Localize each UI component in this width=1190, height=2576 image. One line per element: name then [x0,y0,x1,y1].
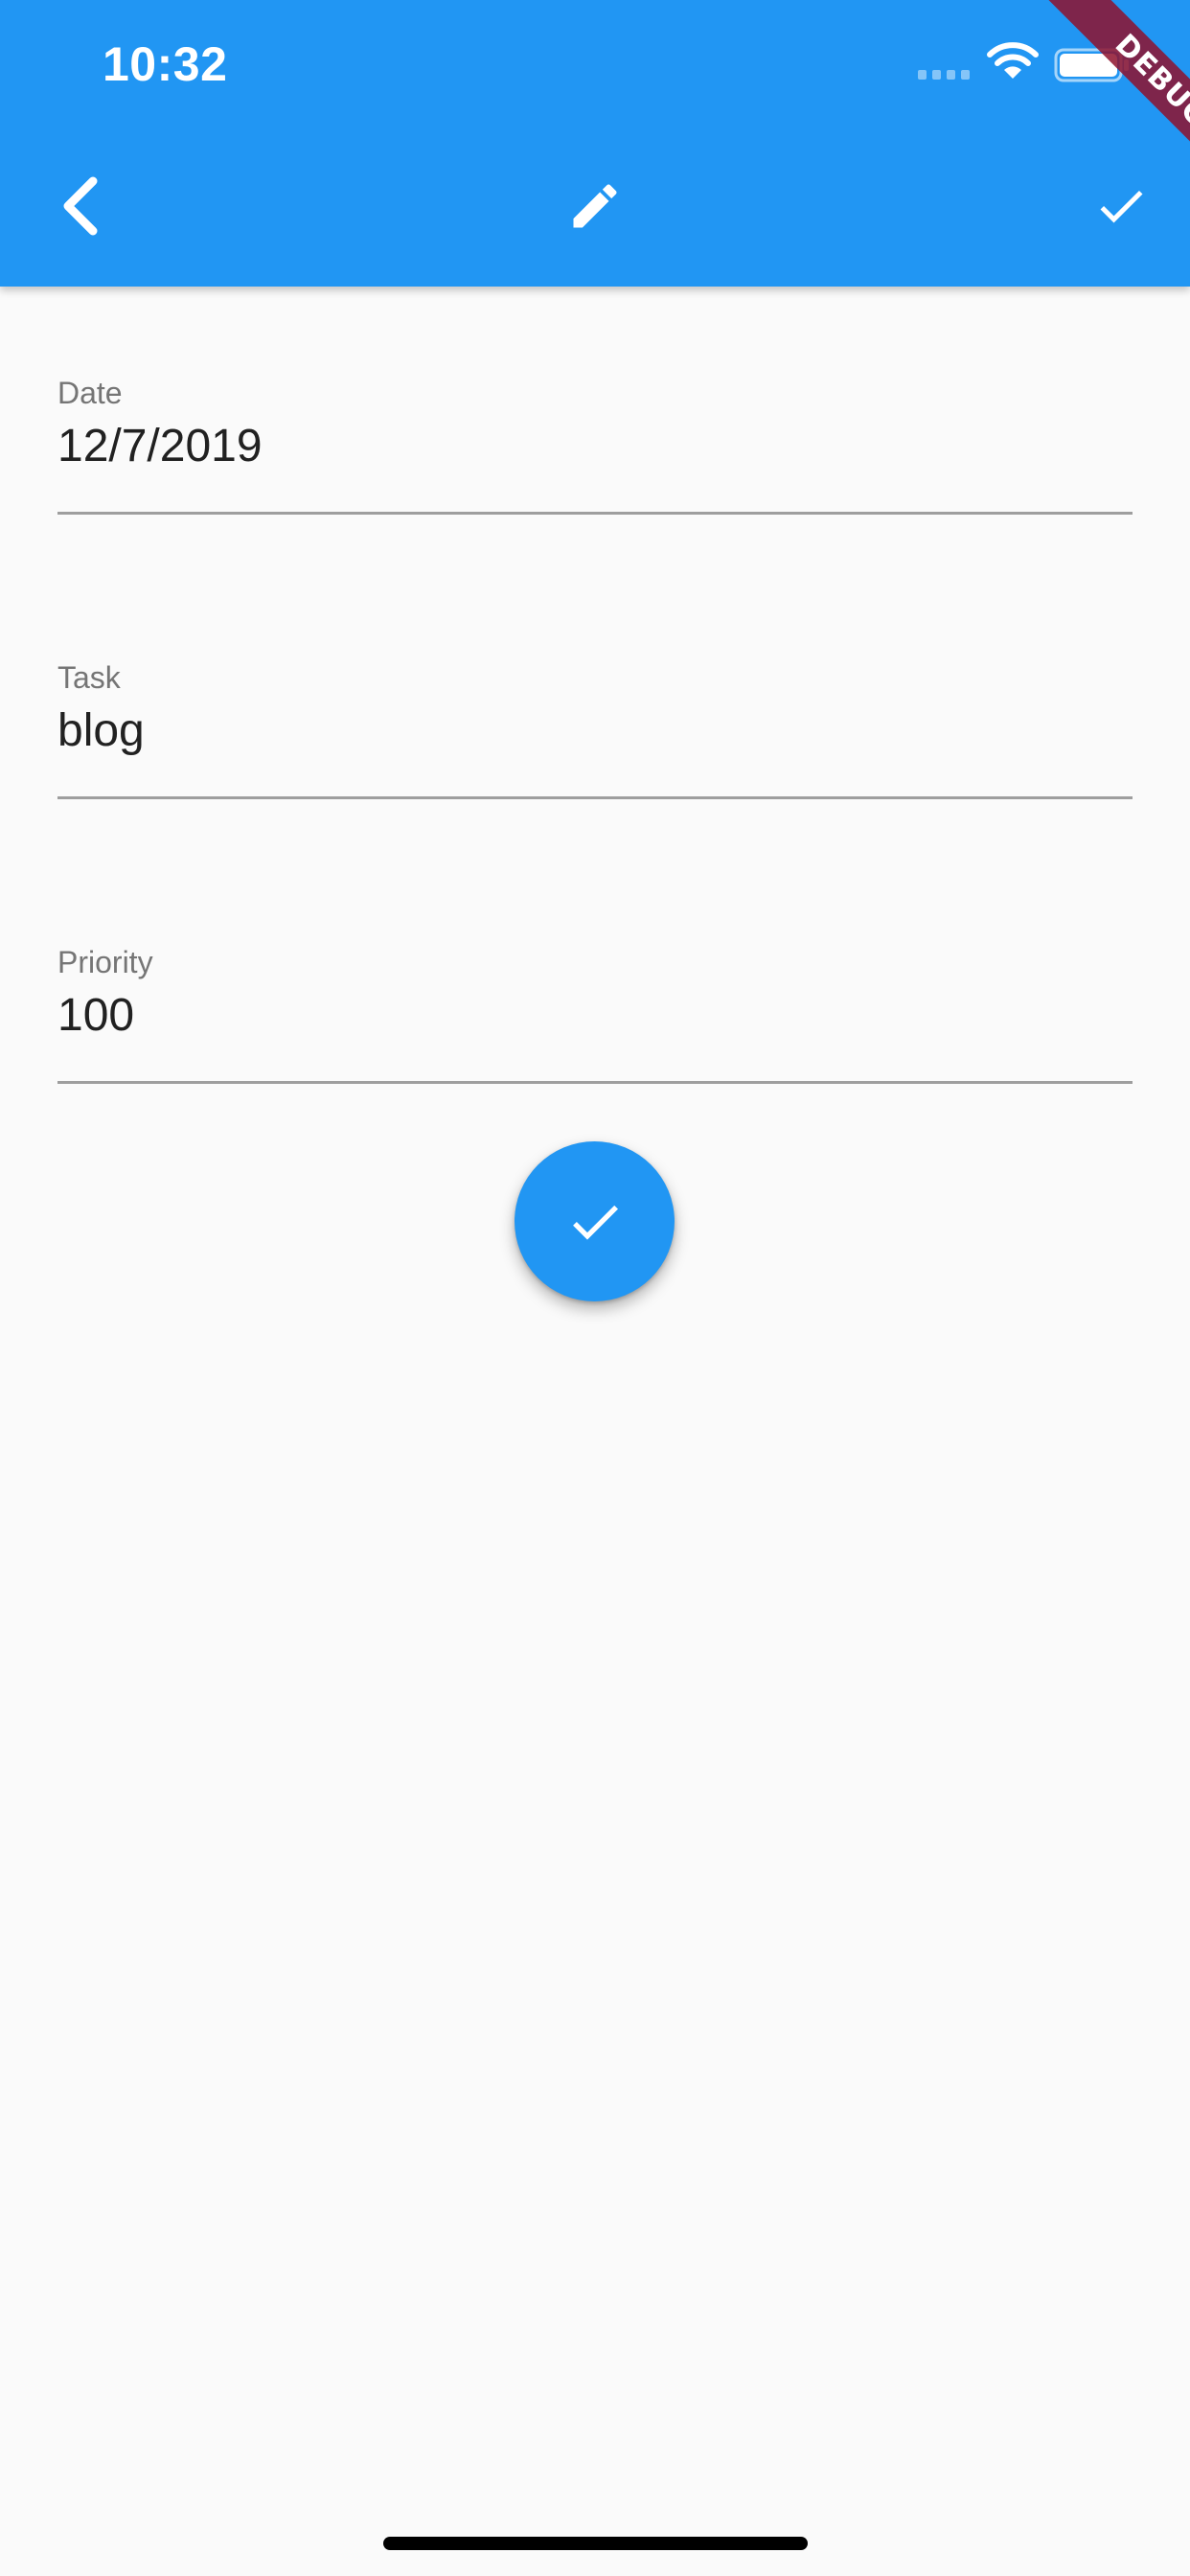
priority-field[interactable]: Priority 100 [57,945,1133,1084]
priority-field-label: Priority [57,945,153,979]
task-field-label: Task [57,660,121,695]
battery-icon [1054,48,1129,82]
confirm-button[interactable] [1068,153,1174,259]
chevron-left-icon [63,176,98,236]
home-indicator[interactable] [383,2537,808,2550]
task-field-underline [57,796,1133,799]
back-button[interactable] [29,153,134,259]
app-bar: 10:32 [0,0,1190,287]
status-bar-time: 10:32 [103,37,228,91]
priority-field-underline [57,1081,1133,1084]
date-field-label: Date [57,376,123,410]
check-icon [1100,190,1143,223]
date-field-value[interactable]: 12/7/2019 [57,420,263,472]
cellular-signal-icon [918,70,970,80]
check-icon [572,1205,618,1240]
pencil-icon [573,184,617,228]
wifi-icon [987,42,1039,79]
task-field-value[interactable]: blog [57,704,145,757]
edit-button[interactable] [542,153,648,259]
priority-field-value[interactable]: 100 [57,989,134,1042]
save-fab[interactable] [515,1141,675,1301]
task-field[interactable]: Task blog [57,660,1133,799]
date-field-underline [57,512,1133,515]
date-field[interactable]: Date 12/7/2019 [57,376,1133,515]
